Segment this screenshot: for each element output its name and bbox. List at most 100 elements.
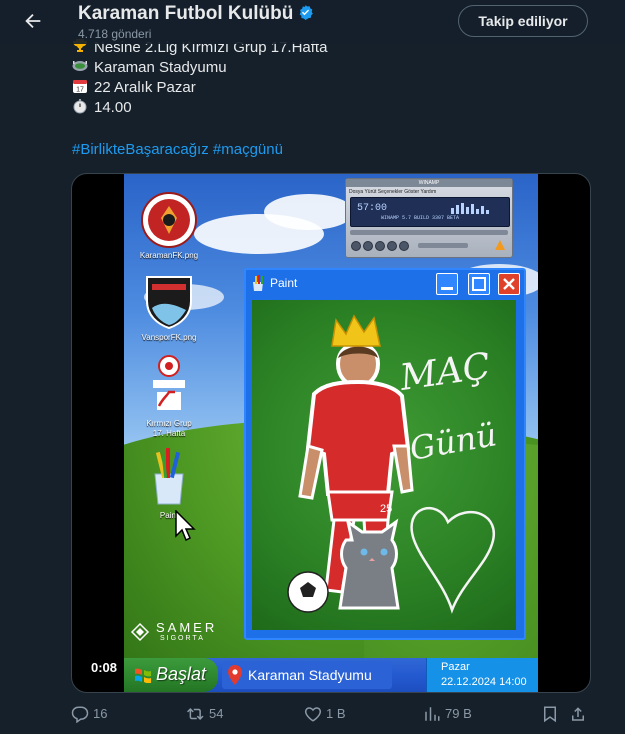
windows-flag-icon bbox=[135, 668, 151, 683]
paint-titlebar[interactable]: Paint bbox=[246, 270, 524, 298]
paint-canvas[interactable]: 25 MAÇ Günü bbox=[252, 300, 516, 630]
winamp-prev-button[interactable] bbox=[351, 241, 361, 251]
post-line: Karaman Stadyumu bbox=[72, 58, 327, 78]
post-text: Nesine 2.Lig Kırmızı Grup 17.Hafta Karam… bbox=[72, 38, 327, 118]
back-arrow-icon[interactable] bbox=[22, 10, 44, 32]
karaman-logo-icon bbox=[141, 192, 197, 248]
post-line: 17 22 Aralık Pazar bbox=[72, 78, 327, 98]
stadium-icon bbox=[72, 61, 88, 71]
sponsor-name: SAMER bbox=[156, 620, 218, 635]
minimize-button[interactable] bbox=[436, 273, 458, 295]
share-icon bbox=[572, 707, 584, 721]
maximize-icon bbox=[472, 277, 486, 291]
close-icon bbox=[503, 278, 515, 290]
maximize-button[interactable] bbox=[468, 273, 490, 295]
date-text: 22 Aralık Pazar bbox=[94, 79, 196, 96]
winamp-time: 57:00 bbox=[357, 203, 388, 214]
desktop-icon-nesine[interactable]: Kırmızı Grup 17. Hafta bbox=[130, 354, 208, 439]
paint-app-icon bbox=[253, 275, 263, 291]
winamp-titlebar: WINAMP bbox=[346, 179, 512, 187]
paint-canvas-drawing: 25 MAÇ Günü bbox=[287, 314, 500, 614]
video-player[interactable]: KaramanFK.png VansporFK.png Kırmızı Grup… bbox=[71, 173, 591, 693]
stopwatch-icon bbox=[73, 99, 87, 114]
profile-header: Karaman Futbol Kulübü 4.718 gönderi Taki… bbox=[0, 0, 625, 44]
start-label: Başlat bbox=[156, 664, 207, 684]
repost-icon bbox=[187, 708, 204, 720]
kickoff-time-text: 14.00 bbox=[94, 99, 132, 116]
football-drawing bbox=[287, 571, 329, 613]
views-action[interactable]: 79 B bbox=[423, 700, 483, 728]
hashtag-macgunu[interactable]: #maçgünü bbox=[213, 141, 283, 158]
location-pin-icon bbox=[228, 665, 242, 685]
crown-drawing bbox=[331, 314, 381, 347]
repost-count: 54 bbox=[209, 706, 224, 721]
reply-action[interactable]: 16 bbox=[71, 700, 131, 728]
share-action[interactable] bbox=[569, 700, 589, 728]
bookmark-action[interactable] bbox=[541, 700, 561, 728]
heart-drawing bbox=[410, 506, 495, 614]
like-action[interactable]: 1 B bbox=[304, 700, 364, 728]
repost-action[interactable]: 54 bbox=[187, 700, 247, 728]
following-button[interactable]: Takip ediliyor bbox=[458, 5, 588, 37]
tray-day: Pazar bbox=[441, 661, 470, 673]
desktop-icon-karaman[interactable]: KaramanFK.png bbox=[130, 192, 208, 261]
jersey-number: 25 bbox=[380, 503, 392, 515]
like-count: 1 B bbox=[326, 706, 346, 721]
hashtag-birliktebasaracagiz[interactable]: #BirlikteBaşaracağız bbox=[72, 141, 209, 158]
winamp-next-button[interactable] bbox=[399, 241, 409, 251]
verified-badge-icon bbox=[299, 5, 314, 20]
paint-title: Paint bbox=[270, 276, 298, 290]
video-elapsed-time: 0:08 bbox=[86, 657, 123, 678]
cloud bbox=[264, 194, 354, 230]
desktop-icon-label-line2: 17. Hafta bbox=[152, 429, 186, 438]
taskbar-item-label: Karaman Stadyumu bbox=[248, 667, 372, 683]
views-bar-chart-icon bbox=[425, 707, 440, 721]
profile-name-text: Karaman Futbol Kulübü bbox=[78, 3, 294, 24]
drawing-text-gunu: Günü bbox=[407, 415, 500, 468]
post-line: 14.00 bbox=[72, 98, 327, 118]
paint-window[interactable]: Paint 25 MAÇ Günü bbox=[244, 268, 526, 640]
winamp-play-button[interactable] bbox=[363, 241, 373, 251]
winamp-menu: Dosya Yürüt Seçenekler Göster Yardım bbox=[349, 189, 437, 195]
drawing-text-mac: MAÇ bbox=[397, 346, 493, 399]
mouse-cursor-icon bbox=[175, 510, 196, 542]
bookmark-icon bbox=[544, 706, 556, 723]
winamp-seekbar[interactable] bbox=[350, 230, 508, 235]
winamp-display: 57:00 WINAMP 5.7 BUILD 3307 BETA bbox=[350, 197, 510, 227]
winamp-scroll-text: WINAMP 5.7 BUILD 3307 BETA bbox=[381, 215, 460, 221]
venue-text: Karaman Stadyumu bbox=[94, 59, 227, 76]
hashtags: #BirlikteBaşaracağız #maçgünü bbox=[72, 141, 283, 158]
paint-brushes-icon bbox=[154, 448, 184, 505]
desktop-icon-label: KaramanFK.png bbox=[139, 251, 199, 260]
close-button[interactable] bbox=[498, 273, 520, 295]
calendar-icon: 17 bbox=[73, 80, 87, 94]
heart-icon bbox=[304, 707, 322, 722]
sponsor-logo: SAMER SIGORTA bbox=[130, 620, 230, 644]
winamp-window[interactable]: WINAMP Dosya Yürüt Seçenekler Göster Yar… bbox=[345, 178, 513, 258]
vanspor-logo-icon bbox=[146, 276, 192, 330]
desktop-icon-vanspor[interactable]: VansporFK.png bbox=[130, 274, 208, 343]
winamp-logo-icon bbox=[495, 240, 505, 250]
start-button[interactable]: Başlat bbox=[124, 658, 218, 692]
winamp-eq-bars-icon bbox=[451, 203, 489, 214]
reply-icon bbox=[71, 706, 89, 723]
samer-logo-icon bbox=[130, 622, 150, 642]
winamp-volume-slider[interactable] bbox=[418, 243, 468, 248]
tray-datetime: 22.12.2024 14:00 bbox=[441, 676, 527, 688]
post-actions: 16 54 1 B 79 B bbox=[71, 700, 589, 728]
video-frame: KaramanFK.png VansporFK.png Kırmızı Grup… bbox=[124, 174, 538, 692]
winamp-stop-button[interactable] bbox=[387, 241, 397, 251]
system-tray: Pazar 22.12.2024 14:00 bbox=[426, 658, 538, 692]
minimize-icon bbox=[441, 287, 453, 290]
taskbar-item-stadium[interactable]: Karaman Stadyumu bbox=[222, 661, 392, 689]
post-count: 4.718 gönderi bbox=[78, 27, 152, 41]
reply-count: 16 bbox=[93, 706, 108, 721]
svg-text:17: 17 bbox=[76, 87, 84, 94]
taskbar: Başlat Karaman Stadyumu Pazar 22.12.2024… bbox=[124, 658, 538, 692]
winamp-pause-button[interactable] bbox=[375, 241, 385, 251]
desktop-icon-label-line1: Kırmızı Grup bbox=[146, 419, 192, 428]
views-count: 79 B bbox=[445, 706, 472, 721]
sponsor-subtitle: SIGORTA bbox=[160, 635, 205, 642]
nesine-2lig-logo-icon bbox=[153, 355, 185, 410]
profile-name: Karaman Futbol Kulübü bbox=[78, 3, 314, 25]
